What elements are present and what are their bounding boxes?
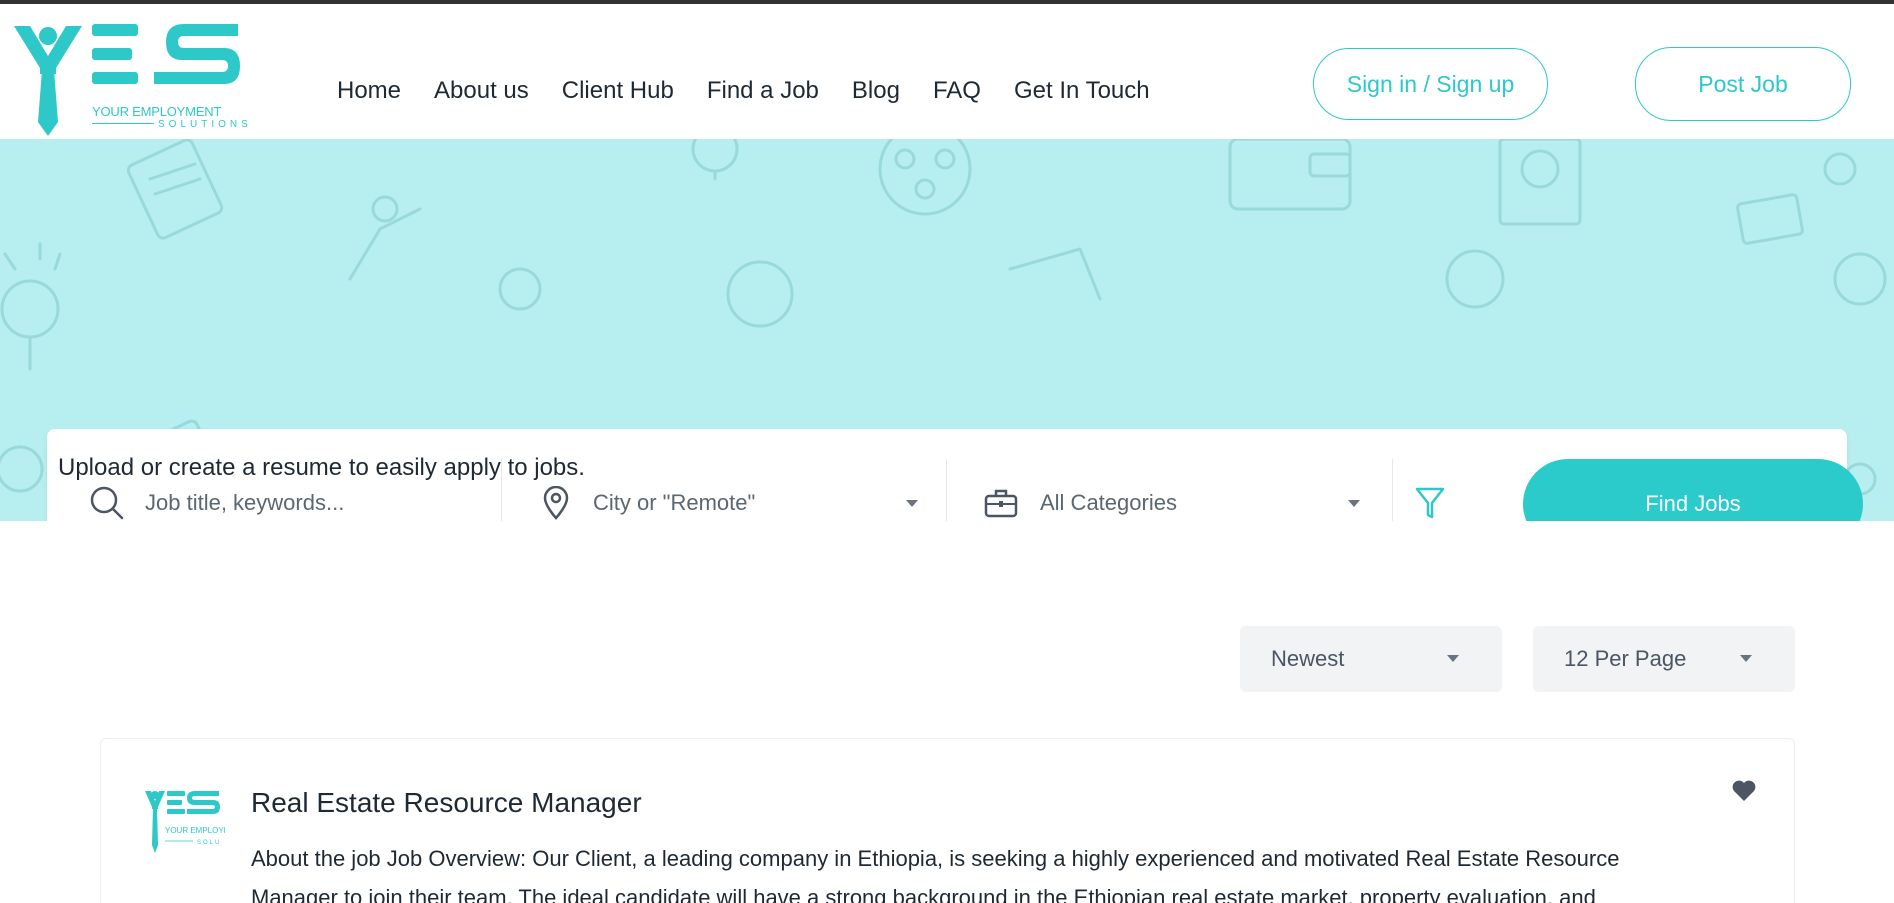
map-pin-icon <box>543 486 569 520</box>
upload-resume-note: Upload or create a resume to easily appl… <box>58 454 585 481</box>
briefcase-icon <box>984 489 1018 518</box>
location-dropdown-caret <box>906 500 918 507</box>
category-select[interactable]: All Categories <box>984 429 1404 521</box>
sort-order-value: Newest <box>1271 646 1345 671</box>
search-divider <box>946 459 947 521</box>
logo-tagline-2: SOLUTIONS <box>158 119 252 130</box>
post-job-button[interactable]: Post Job <box>1635 47 1851 121</box>
filter-icon <box>1415 487 1445 519</box>
per-page-value: 12 Per Page <box>1564 646 1687 671</box>
job-description: About the job Job Overview: Our Client, … <box>251 846 1620 903</box>
logo-tagline-1: YOUR EMPLOYMENT <box>92 104 222 119</box>
category-value: All Categories <box>1040 490 1177 515</box>
chevron-down-icon <box>1740 655 1752 662</box>
job-title[interactable]: Real Estate Resource Manager <box>251 787 642 819</box>
site-header: YOUR EMPLOYMENT SOLUTIONS Home About us … <box>0 4 1894 139</box>
main-nav: Home About us Client Hub Find a Job Blog… <box>337 76 1183 106</box>
search-icon <box>90 486 124 520</box>
filter-button[interactable] <box>1414 429 1464 521</box>
location-field[interactable]: City or "Remote" <box>541 429 961 521</box>
nav-find-a-job[interactable]: Find a Job <box>707 76 819 106</box>
sign-in-button[interactable]: Sign in / Sign up <box>1313 48 1548 120</box>
nav-blog[interactable]: Blog <box>852 76 900 106</box>
per-page-select[interactable]: 12 Per Page <box>1533 626 1795 692</box>
find-jobs-button[interactable]: Find Jobs <box>1523 459 1863 521</box>
nav-about-us[interactable]: About us <box>434 76 529 106</box>
sort-order-select[interactable]: Newest <box>1240 626 1502 692</box>
logo-tagline-rule <box>92 123 154 124</box>
hero-banner: Job title, keywords... City or "Remote" … <box>0 139 1894 521</box>
search-divider <box>1392 459 1393 521</box>
job-card[interactable]: YOUR EMPLOYMENT SOLU Real Estate Resourc… <box>100 738 1795 903</box>
svg-text:YOUR EMPLOYMENT: YOUR EMPLOYMENT <box>165 826 225 835</box>
keywords-input[interactable]: Job title, keywords... <box>145 490 344 516</box>
company-logo: YOUR EMPLOYMENT SOLU <box>145 787 225 861</box>
svg-text:SOLU: SOLU <box>197 840 221 846</box>
nav-get-in-touch[interactable]: Get In Touch <box>1014 76 1150 106</box>
nav-client-hub[interactable]: Client Hub <box>562 76 674 106</box>
site-logo[interactable]: YOUR EMPLOYMENT SOLUTIONS <box>12 18 248 144</box>
nav-home[interactable]: Home <box>337 76 401 106</box>
chevron-down-icon <box>1447 655 1459 662</box>
yes-logo-icon: YOUR EMPLOYMENT SOLU <box>145 791 225 853</box>
location-input[interactable]: City or "Remote" <box>593 490 755 516</box>
category-dropdown-caret <box>1348 500 1360 507</box>
heart-icon[interactable] <box>1731 779 1757 803</box>
nav-faq[interactable]: FAQ <box>933 76 981 106</box>
